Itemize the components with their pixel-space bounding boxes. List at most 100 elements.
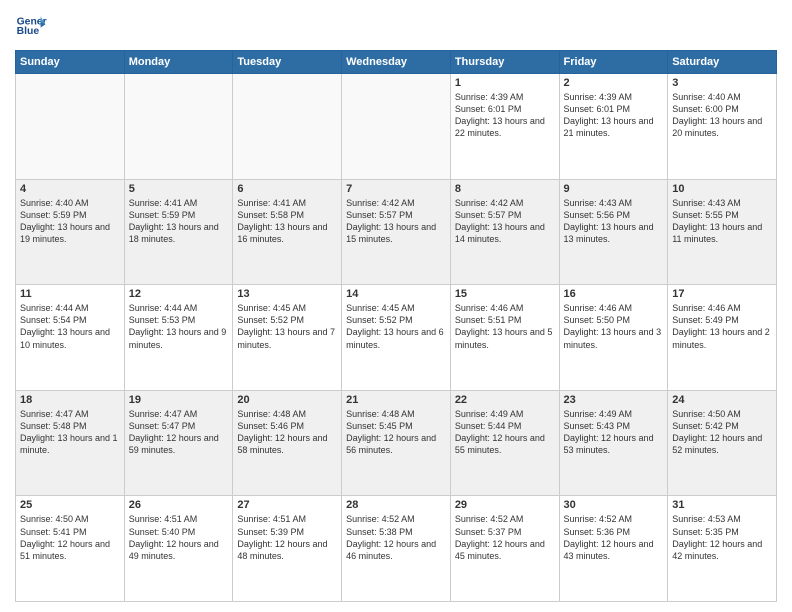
calendar-cell: 23 Sunrise: 4:49 AM Sunset: 5:43 PM Dayli… [559, 390, 668, 496]
calendar-cell: 26 Sunrise: 4:51 AM Sunset: 5:40 PM Dayli… [124, 496, 233, 602]
day-number: 27 [237, 499, 337, 511]
calendar-cell: 28 Sunrise: 4:52 AM Sunset: 5:38 PM Dayli… [342, 496, 451, 602]
calendar-cell: 10 Sunrise: 4:43 AM Sunset: 5:55 PM Dayli… [668, 179, 777, 285]
calendar-cell: 3Sunrise: 4:40 AM Sunset: 6:00 PM Daylig… [668, 74, 777, 180]
calendar-cell [233, 74, 342, 180]
day-info: Sunrise: 4:40 AM Sunset: 6:00 PM Dayligh… [672, 91, 772, 140]
day-number: 18 [20, 394, 120, 406]
calendar-cell: 25Sunrise: 4:50 AM Sunset: 5:41 PM Dayli… [16, 496, 125, 602]
day-info: Sunrise: 4:41 AM Sunset: 5:58 PM Dayligh… [237, 197, 337, 246]
day-number: 7 [346, 183, 446, 195]
day-info: Sunrise: 4:53 AM Sunset: 5:35 PM Dayligh… [672, 513, 772, 562]
day-number: 4 [20, 183, 120, 195]
calendar-header-tuesday: Tuesday [233, 51, 342, 74]
day-info: Sunrise: 4:43 AM Sunset: 5:55 PM Dayligh… [672, 197, 772, 246]
calendar-header-monday: Monday [124, 51, 233, 74]
calendar-cell: 18 Sunrise: 4:47 AM Sunset: 5:48 PM Dayli… [16, 390, 125, 496]
calendar-cell: 27 Sunrise: 4:51 AM Sunset: 5:39 PM Dayli… [233, 496, 342, 602]
day-info: Sunrise: 4:49 AM Sunset: 5:43 PM Dayligh… [564, 408, 664, 457]
day-info: Sunrise: 4:52 AM Sunset: 5:37 PM Dayligh… [455, 513, 555, 562]
day-number: 15 [455, 288, 555, 300]
day-number: 20 [237, 394, 337, 406]
day-info: Sunrise: 4:48 AM Sunset: 5:45 PM Dayligh… [346, 408, 446, 457]
day-number: 13 [237, 288, 337, 300]
day-info: Sunrise: 4:52 AM Sunset: 5:36 PM Dayligh… [564, 513, 664, 562]
calendar-cell: 21 Sunrise: 4:48 AM Sunset: 5:45 PM Dayli… [342, 390, 451, 496]
calendar-header-wednesday: Wednesday [342, 51, 451, 74]
calendar-cell: 9 Sunrise: 4:43 AM Sunset: 5:56 PM Daylig… [559, 179, 668, 285]
day-info: Sunrise: 4:45 AM Sunset: 5:52 PM Dayligh… [237, 302, 337, 351]
calendar-cell: 30Sunrise: 4:52 AM Sunset: 5:36 PM Dayli… [559, 496, 668, 602]
calendar-cell [124, 74, 233, 180]
day-number: 5 [129, 183, 229, 195]
day-info: Sunrise: 4:42 AM Sunset: 5:57 PM Dayligh… [346, 197, 446, 246]
day-info: Sunrise: 4:51 AM Sunset: 5:39 PM Dayligh… [237, 513, 337, 562]
day-number: 24 [672, 394, 772, 406]
day-info: Sunrise: 4:40 AM Sunset: 5:59 PM Dayligh… [20, 197, 120, 246]
day-number: 28 [346, 499, 446, 511]
day-info: Sunrise: 4:46 AM Sunset: 5:51 PM Dayligh… [455, 302, 555, 351]
day-number: 16 [564, 288, 664, 300]
calendar-table: SundayMondayTuesdayWednesdayThursdayFrid… [15, 50, 777, 602]
day-number: 31 [672, 499, 772, 511]
day-number: 22 [455, 394, 555, 406]
calendar-week-1: 4 Sunrise: 4:40 AM Sunset: 5:59 PM Daylig… [16, 179, 777, 285]
day-number: 23 [564, 394, 664, 406]
day-number: 25 [20, 499, 120, 511]
day-number: 11 [20, 288, 120, 300]
day-number: 26 [129, 499, 229, 511]
day-info: Sunrise: 4:48 AM Sunset: 5:46 PM Dayligh… [237, 408, 337, 457]
calendar-week-3: 18 Sunrise: 4:47 AM Sunset: 5:48 PM Dayli… [16, 390, 777, 496]
day-info: Sunrise: 4:46 AM Sunset: 5:50 PM Dayligh… [564, 302, 664, 351]
day-number: 10 [672, 183, 772, 195]
calendar-cell [16, 74, 125, 180]
day-number: 9 [564, 183, 664, 195]
calendar-cell: 29 Sunrise: 4:52 AM Sunset: 5:37 PM Dayli… [450, 496, 559, 602]
calendar-cell: 11 Sunrise: 4:44 AM Sunset: 5:54 PM Dayli… [16, 285, 125, 391]
calendar-cell: 20 Sunrise: 4:48 AM Sunset: 5:46 PM Dayli… [233, 390, 342, 496]
day-number: 14 [346, 288, 446, 300]
day-info: Sunrise: 4:51 AM Sunset: 5:40 PM Dayligh… [129, 513, 229, 562]
calendar-header-sunday: Sunday [16, 51, 125, 74]
calendar-header-friday: Friday [559, 51, 668, 74]
day-number: 2 [564, 77, 664, 89]
day-number: 29 [455, 499, 555, 511]
day-number: 12 [129, 288, 229, 300]
logo-icon: General Blue [15, 10, 47, 42]
calendar-cell: 5 Sunrise: 4:41 AM Sunset: 5:59 PM Daylig… [124, 179, 233, 285]
day-info: Sunrise: 4:42 AM Sunset: 5:57 PM Dayligh… [455, 197, 555, 246]
day-info: Sunrise: 4:50 AM Sunset: 5:42 PM Dayligh… [672, 408, 772, 457]
calendar-week-4: 25Sunrise: 4:50 AM Sunset: 5:41 PM Dayli… [16, 496, 777, 602]
day-info: Sunrise: 4:45 AM Sunset: 5:52 PM Dayligh… [346, 302, 446, 351]
day-number: 8 [455, 183, 555, 195]
calendar-cell [342, 74, 451, 180]
calendar-cell: 13 Sunrise: 4:45 AM Sunset: 5:52 PM Dayli… [233, 285, 342, 391]
calendar-cell: 24 Sunrise: 4:50 AM Sunset: 5:42 PM Dayli… [668, 390, 777, 496]
calendar-cell: 6 Sunrise: 4:41 AM Sunset: 5:58 PM Daylig… [233, 179, 342, 285]
day-info: Sunrise: 4:47 AM Sunset: 5:48 PM Dayligh… [20, 408, 120, 457]
day-number: 6 [237, 183, 337, 195]
calendar-cell: 31 Sunrise: 4:53 AM Sunset: 5:35 PM Dayli… [668, 496, 777, 602]
calendar-header-saturday: Saturday [668, 51, 777, 74]
calendar-cell: 7 Sunrise: 4:42 AM Sunset: 5:57 PM Daylig… [342, 179, 451, 285]
calendar-cell: 2Sunrise: 4:39 AM Sunset: 6:01 PM Daylig… [559, 74, 668, 180]
calendar-week-2: 11 Sunrise: 4:44 AM Sunset: 5:54 PM Dayli… [16, 285, 777, 391]
day-info: Sunrise: 4:41 AM Sunset: 5:59 PM Dayligh… [129, 197, 229, 246]
calendar-header-row: SundayMondayTuesdayWednesdayThursdayFrid… [16, 51, 777, 74]
calendar-cell: 8 Sunrise: 4:42 AM Sunset: 5:57 PM Daylig… [450, 179, 559, 285]
calendar-week-0: 1Sunrise: 4:39 AM Sunset: 6:01 PM Daylig… [16, 74, 777, 180]
day-info: Sunrise: 4:44 AM Sunset: 5:53 PM Dayligh… [129, 302, 229, 351]
calendar-cell: 14 Sunrise: 4:45 AM Sunset: 5:52 PM Dayli… [342, 285, 451, 391]
calendar-cell: 4 Sunrise: 4:40 AM Sunset: 5:59 PM Daylig… [16, 179, 125, 285]
logo: General Blue [15, 10, 47, 42]
day-info: Sunrise: 4:43 AM Sunset: 5:56 PM Dayligh… [564, 197, 664, 246]
day-info: Sunrise: 4:44 AM Sunset: 5:54 PM Dayligh… [20, 302, 120, 351]
day-info: Sunrise: 4:46 AM Sunset: 5:49 PM Dayligh… [672, 302, 772, 351]
day-info: Sunrise: 4:52 AM Sunset: 5:38 PM Dayligh… [346, 513, 446, 562]
day-number: 19 [129, 394, 229, 406]
day-number: 21 [346, 394, 446, 406]
calendar-cell: 17Sunrise: 4:46 AM Sunset: 5:49 PM Dayli… [668, 285, 777, 391]
header: General Blue [15, 10, 777, 42]
calendar-cell: 12 Sunrise: 4:44 AM Sunset: 5:53 PM Dayli… [124, 285, 233, 391]
svg-text:Blue: Blue [17, 26, 40, 37]
